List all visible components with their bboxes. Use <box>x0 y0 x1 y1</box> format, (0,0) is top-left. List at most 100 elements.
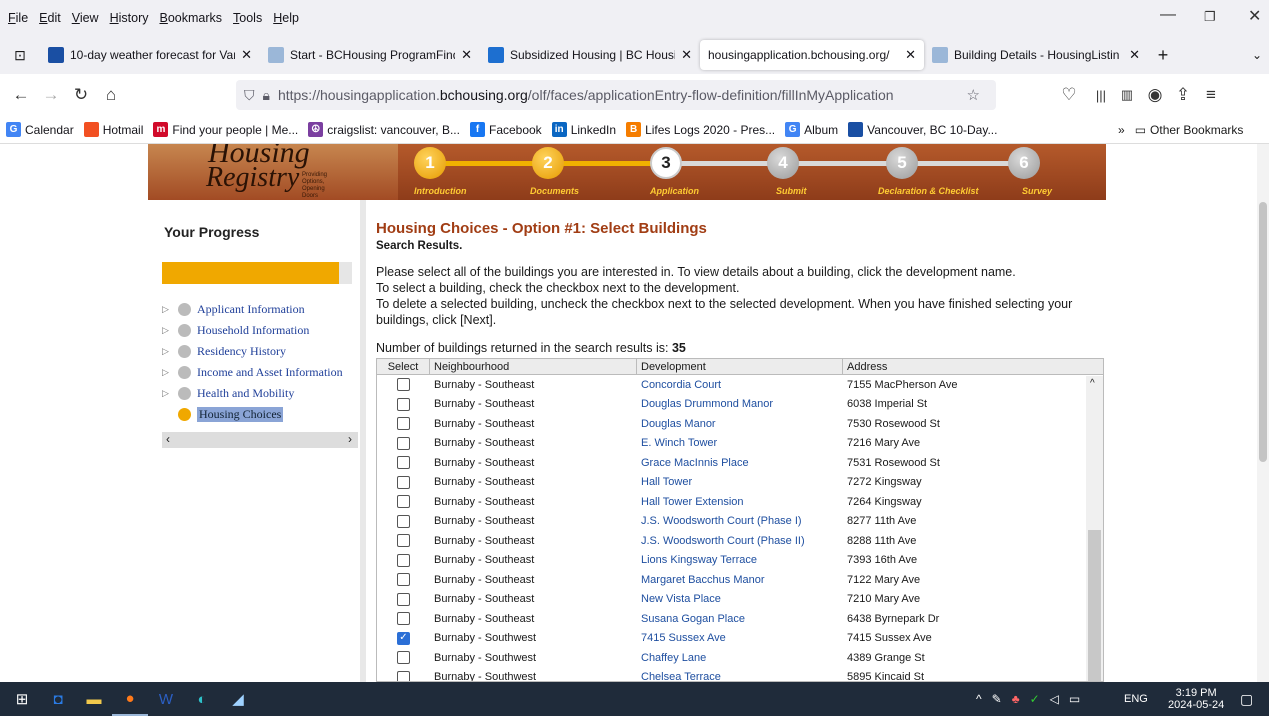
select-checkbox[interactable] <box>397 436 410 450</box>
tab-close-icon[interactable]: ✕ <box>241 47 252 63</box>
menu-tools[interactable]: Tools <box>233 11 262 25</box>
language-indicator[interactable]: ENG <box>1124 682 1148 716</box>
select-checkbox[interactable] <box>397 417 410 431</box>
development-link[interactable]: Chelsea Terrace <box>637 671 843 681</box>
minimize-icon[interactable]: — <box>1160 6 1176 24</box>
pen-icon[interactable]: ✎ <box>992 692 1002 706</box>
sidebar-item-2[interactable]: ▷ Household Information <box>162 323 309 338</box>
expand-arrow-icon[interactable]: ▷ <box>162 325 178 336</box>
tab-3[interactable]: Subsidized Housing | BC Housin ✕ <box>480 40 700 70</box>
table-scrollbar[interactable]: ^ <box>1086 376 1103 681</box>
tab-close-icon[interactable]: ✕ <box>1129 47 1140 63</box>
menu-history[interactable]: History <box>110 11 149 25</box>
tab-close-icon[interactable]: ✕ <box>905 47 916 63</box>
development-link[interactable]: Chaffey Lane <box>637 652 843 664</box>
sidebar-horizontal-scrollbar[interactable]: ‹ › <box>162 432 358 448</box>
sidebar-toggle-icon[interactable]: ▥ <box>1112 87 1142 103</box>
bookmark-4[interactable]: ☮ craigslist: vancouver, B... <box>308 122 460 137</box>
select-checkbox[interactable] <box>397 475 410 489</box>
tab-2[interactable]: Start - BCHousing ProgramFind ✕ <box>260 40 480 70</box>
tab-4[interactable]: housingapplication.bchousing.org/ ✕ <box>700 40 924 70</box>
expand-arrow-icon[interactable]: ▷ <box>162 346 178 357</box>
expand-arrow-icon[interactable]: ▷ <box>162 388 178 399</box>
select-checkbox[interactable] <box>397 514 410 528</box>
pocket-icon[interactable]: ♡ <box>1054 85 1084 105</box>
bookmark-9[interactable]: Vancouver, BC 10-Day... <box>848 122 997 137</box>
back-icon[interactable]: ← <box>6 85 36 105</box>
bookmark-7[interactable]: B Lifes Logs 2020 - Pres... <box>626 122 775 137</box>
menu-file[interactable]: File <box>8 11 28 25</box>
select-checkbox[interactable] <box>397 534 410 548</box>
home-icon[interactable]: ⌂ <box>96 85 126 105</box>
select-checkbox[interactable] <box>397 573 410 587</box>
close-window-icon[interactable]: ✕ <box>1248 6 1261 26</box>
firefox-icon[interactable]: ● <box>112 682 148 716</box>
file-explorer-icon[interactable]: ▬ <box>76 682 112 716</box>
extensions-icon[interactable]: ⇪ <box>1168 85 1198 105</box>
expand-arrow-icon[interactable]: ▷ <box>162 304 178 315</box>
tab-close-icon[interactable]: ✕ <box>461 47 472 63</box>
development-link[interactable]: Grace MacInnis Place <box>637 457 843 469</box>
menu-bookmarks[interactable]: Bookmarks <box>160 11 223 25</box>
sidebar-item-6[interactable]: Housing Choices <box>162 407 284 422</box>
bookmark-8[interactable]: G Album <box>785 122 838 137</box>
tray-icons[interactable]: ^ ✎ ♣ ✓ ◁ ▭ <box>976 682 1090 716</box>
tab-list-chevron-icon[interactable]: ⌄ <box>1252 48 1262 62</box>
security-icon[interactable]: ✓ <box>1030 692 1040 706</box>
windows-start-icon[interactable]: ⊞ <box>4 682 40 716</box>
development-link[interactable]: 7415 Sussex Ave <box>637 632 843 644</box>
restore-icon[interactable]: ❐ <box>1204 9 1216 25</box>
development-link[interactable]: J.S. Woodsworth Court (Phase I) <box>637 515 843 527</box>
word-icon[interactable]: W <box>148 682 184 716</box>
expand-arrow-icon[interactable]: ▷ <box>162 367 178 378</box>
sidebar-item-4[interactable]: ▷ Income and Asset Information <box>162 365 343 380</box>
select-checkbox[interactable] <box>397 651 410 665</box>
outlook-icon[interactable]: ◘ <box>40 682 76 716</box>
development-link[interactable]: Hall Tower Extension <box>637 496 843 508</box>
select-checkbox[interactable] <box>397 553 410 567</box>
sidebar-item-3[interactable]: ▷ Residency History <box>162 344 286 359</box>
tab-overview-icon[interactable]: ⊡ <box>0 47 40 64</box>
select-checkbox[interactable] <box>397 495 410 509</box>
other-bookmarks[interactable]: Other Bookmarks <box>1150 123 1243 137</box>
volume-icon[interactable]: ◁ <box>1050 692 1059 706</box>
development-link[interactable]: Concordia Court <box>637 379 843 391</box>
url-bar[interactable]: ⛉ 🔒︎ https://housingapplication.bchousin… <box>236 80 996 110</box>
bookmark-star-icon[interactable]: ☆ <box>967 86 980 104</box>
select-checkbox[interactable] <box>397 612 410 626</box>
bookmark-3[interactable]: m Find your people | Me... <box>153 122 298 137</box>
reload-icon[interactable]: ↻ <box>66 85 96 105</box>
edge-icon[interactable]: ◐ <box>184 682 220 716</box>
select-checkbox[interactable] <box>397 592 410 606</box>
app-icon[interactable]: ◢ <box>220 682 256 716</box>
development-link[interactable]: Hall Tower <box>637 476 843 488</box>
tab-1[interactable]: 10-day weather forecast for Van ✕ <box>40 40 260 70</box>
select-checkbox[interactable] <box>397 456 410 470</box>
bookmark-1[interactable]: G Calendar <box>6 122 74 137</box>
select-checkbox[interactable] <box>397 670 410 681</box>
forward-icon[interactable]: → <box>36 85 66 105</box>
clock[interactable]: 3:19 PM 2024-05-24 <box>1168 682 1224 716</box>
menu-edit[interactable]: Edit <box>39 11 61 25</box>
select-checkbox[interactable] <box>397 397 410 411</box>
development-link[interactable]: E. Winch Tower <box>637 437 843 449</box>
bookmarks-overflow-icon[interactable]: » <box>1118 123 1125 137</box>
tray-chevron-icon[interactable]: ^ <box>976 692 982 706</box>
sidebar-item-5[interactable]: ▷ Health and Mobility <box>162 386 294 401</box>
menu-view[interactable]: View <box>72 11 99 25</box>
select-checkbox[interactable]: ✓ <box>397 631 410 645</box>
menu-icon[interactable]: ≡ <box>1196 85 1226 105</box>
development-link[interactable]: Susana Gogan Place <box>637 613 843 625</box>
development-link[interactable]: Douglas Drummond Manor <box>637 398 843 410</box>
scroll-right-icon[interactable]: › <box>348 432 352 446</box>
development-link[interactable]: New Vista Place <box>637 593 843 605</box>
notifications-icon[interactable]: ▢ <box>1240 682 1253 716</box>
scroll-up-icon[interactable]: ^ <box>1090 378 1095 389</box>
scroll-left-icon[interactable]: ‹ <box>166 432 170 446</box>
tray-app-icon[interactable]: ♣ <box>1012 692 1020 706</box>
tab-close-icon[interactable]: ✕ <box>681 47 692 63</box>
sidebar-item-1[interactable]: ▷ Applicant Information <box>162 302 305 317</box>
development-link[interactable]: Douglas Manor <box>637 418 843 430</box>
page-scrollbar[interactable] <box>1257 144 1269 682</box>
development-link[interactable]: Lions Kingsway Terrace <box>637 554 843 566</box>
